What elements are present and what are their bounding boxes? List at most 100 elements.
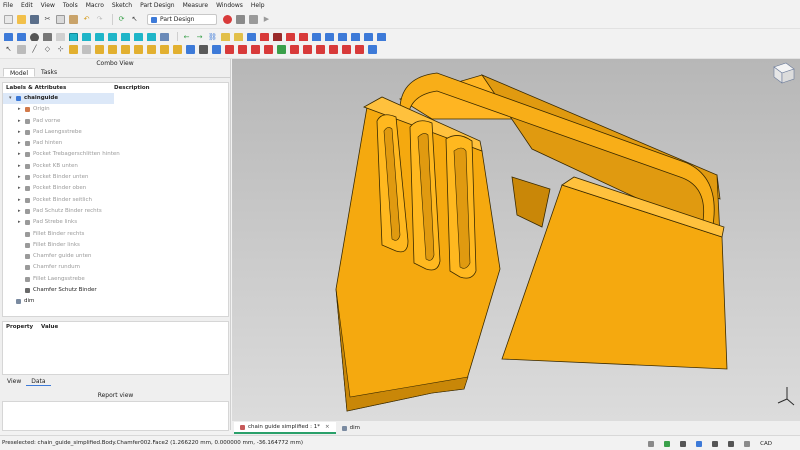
additive-box-icon[interactable] (134, 45, 143, 54)
tree-item[interactable]: ▸ Pocket Binder seitlich (3, 195, 228, 206)
tree-item[interactable]: Chamfer Schutz Binder (3, 285, 228, 296)
tree-item[interactable]: Fillet Binder links (3, 240, 228, 251)
expand-arrow-icon[interactable]: ▸ (18, 149, 22, 160)
model-tree[interactable]: Labels & Attributes Description ▾ chaingu… (2, 82, 229, 317)
expand-arrow-icon[interactable]: ▸ (18, 172, 22, 183)
grid-icon[interactable] (728, 440, 735, 447)
tree-item[interactable]: ▸ Pad hinten (3, 138, 228, 149)
menu-windows[interactable]: Windows (216, 2, 243, 9)
multi-transform-icon[interactable] (329, 45, 338, 54)
tree-item[interactable]: ▸ Pad Laengsstrebe (3, 127, 228, 138)
menu-sketch[interactable]: Sketch (112, 2, 132, 9)
document-tab-dim[interactable]: dim (336, 422, 366, 434)
whats-this-icon[interactable]: ↖ (130, 15, 139, 24)
macro-stop-icon[interactable] (236, 15, 245, 24)
tree-item[interactable]: Fillet Laengsstrebe (3, 274, 228, 285)
tree-item[interactable]: Fillet Binder rechts (3, 229, 228, 240)
tree-item[interactable]: ▸ Origin (3, 104, 228, 115)
sprocket-icon[interactable] (355, 45, 364, 54)
expand-arrow-icon[interactable]: ▸ (18, 217, 22, 228)
new-file-icon[interactable] (4, 15, 13, 24)
tree-item[interactable]: ▸ Pocket Binder oben (3, 183, 228, 194)
revolution-icon[interactable] (82, 45, 91, 54)
lock-icon[interactable] (664, 440, 671, 447)
pad-icon[interactable] (69, 45, 78, 54)
draft-icon[interactable] (264, 45, 273, 54)
menu-file[interactable]: File (3, 2, 13, 9)
hole-icon[interactable] (160, 45, 169, 54)
tree-item[interactable]: ▸ Pocket Binder unten (3, 172, 228, 183)
dimension-icon[interactable] (696, 440, 703, 447)
close-icon[interactable]: × (325, 424, 330, 430)
notification-icon[interactable] (648, 440, 655, 447)
expand-arrow-icon[interactable]: ▸ (18, 127, 22, 138)
tree-item[interactable]: Chamfer rundum (3, 262, 228, 273)
menu-measure[interactable]: Measure (183, 2, 209, 9)
pipe-icon[interactable] (108, 45, 117, 54)
mirror-icon[interactable] (290, 45, 299, 54)
pocket-icon[interactable] (147, 45, 156, 54)
tree-item[interactable]: ▸ Pad vorne (3, 116, 228, 127)
redo-icon[interactable]: ↷ (95, 15, 104, 24)
polar-pattern-icon[interactable] (316, 45, 325, 54)
menu-tools[interactable]: Tools (63, 2, 78, 9)
property-view[interactable]: Property Value (2, 321, 229, 375)
helix-icon[interactable] (121, 45, 130, 54)
menu-macro[interactable]: Macro (86, 2, 104, 9)
line-icon[interactable]: ╱ (30, 45, 39, 54)
boolean-icon[interactable] (342, 45, 351, 54)
tree-item-root[interactable]: ▾ chainguide (3, 93, 114, 105)
3d-viewport[interactable] (232, 59, 800, 421)
attach-icon[interactable]: ◇ (43, 45, 52, 54)
pointer-icon[interactable]: ↖ (4, 45, 13, 54)
workbench-selector[interactable]: Part Design (147, 14, 217, 25)
tree-item[interactable]: ▸ Pocket KB unten (3, 161, 228, 172)
tree-item[interactable]: ▸ Pocket Trebagerschlitten hinten (3, 149, 228, 160)
model-render[interactable] (232, 59, 800, 421)
refresh-icon[interactable]: ⟳ (117, 15, 126, 24)
navigation-style[interactable]: CAD (760, 441, 772, 447)
snap-icon[interactable] (712, 440, 719, 447)
tab-tasks[interactable]: Tasks (35, 68, 63, 77)
tree-item[interactable]: dim (3, 296, 228, 307)
macro-run-icon[interactable]: ▶ (262, 15, 271, 24)
expand-arrow-icon[interactable]: ▸ (18, 195, 22, 206)
undo-icon[interactable]: ↶ (82, 15, 91, 24)
navigation-cube[interactable] (773, 62, 795, 84)
paste-icon[interactable] (69, 15, 78, 24)
tab-view[interactable]: View (2, 377, 26, 386)
involute-gear-icon[interactable] (368, 45, 377, 54)
mouse-icon[interactable] (744, 440, 751, 447)
copy-icon[interactable] (56, 15, 65, 24)
menu-edit[interactable]: Edit (21, 2, 33, 9)
menu-part-design[interactable]: Part Design (140, 2, 174, 9)
macro-edit-icon[interactable] (249, 15, 258, 24)
tree-item[interactable]: ▸ Pad Schutz Binder rechts (3, 206, 228, 217)
selection-icon[interactable] (680, 440, 687, 447)
macro-record-icon[interactable] (223, 15, 232, 24)
tab-model[interactable]: Model (3, 68, 36, 77)
linear-pattern-icon[interactable] (303, 45, 312, 54)
menu-help[interactable]: Help (251, 2, 265, 9)
chamfer-icon[interactable] (251, 45, 260, 54)
subtractive-loft-icon[interactable] (186, 45, 195, 54)
menu-view[interactable]: View (41, 2, 55, 9)
subtractive-helix-icon[interactable] (212, 45, 221, 54)
cut-icon[interactable]: ✂ (43, 15, 52, 24)
save-icon[interactable] (30, 15, 39, 24)
expand-arrow-icon[interactable]: ▸ (18, 183, 22, 194)
open-folder-icon[interactable] (17, 15, 26, 24)
expand-arrow-icon[interactable]: ▸ (18, 206, 22, 217)
tree-item[interactable]: Chamfer guide unten (3, 251, 228, 262)
subtractive-box-icon[interactable] (225, 45, 234, 54)
expand-arrow-icon[interactable]: ▸ (18, 104, 22, 115)
report-view[interactable] (2, 401, 229, 431)
expand-arrow-icon[interactable]: ▾ (9, 93, 13, 104)
tree-item[interactable]: ▸ Pad Strebe links (3, 217, 228, 228)
expand-arrow-icon[interactable]: ▸ (18, 161, 22, 172)
loft-icon[interactable] (95, 45, 104, 54)
constraint-icon[interactable]: ⊹ (56, 45, 65, 54)
subtractive-pipe-icon[interactable] (199, 45, 208, 54)
groove-icon[interactable] (173, 45, 182, 54)
expand-arrow-icon[interactable]: ▸ (18, 138, 22, 149)
